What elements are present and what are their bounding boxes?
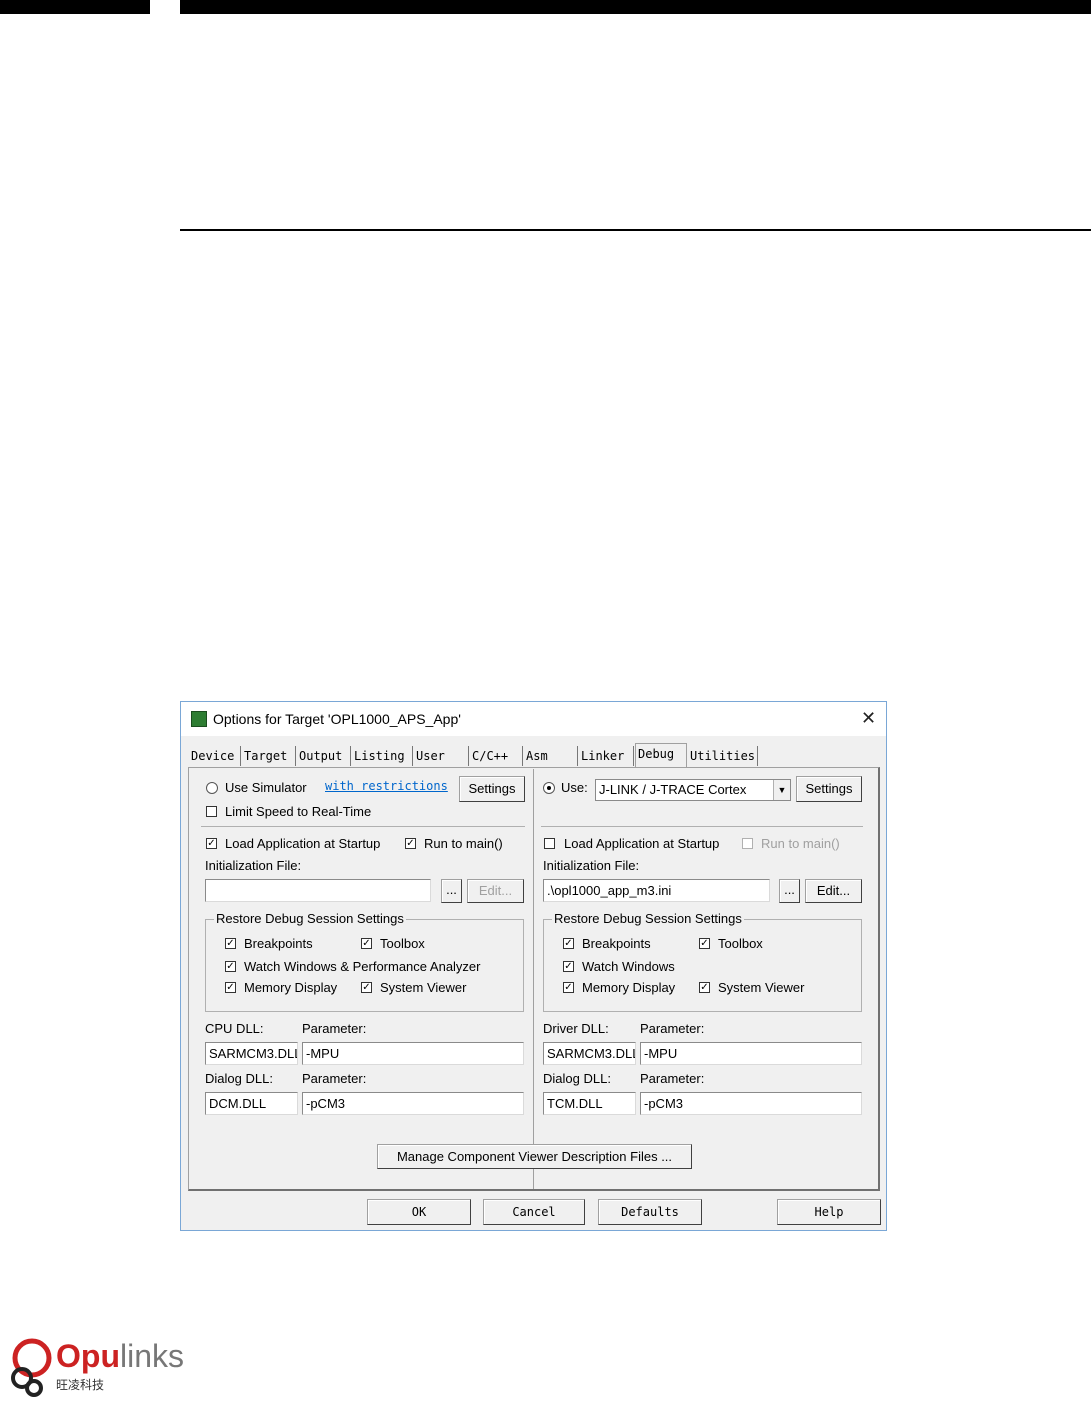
tab-target[interactable]: Target [242, 746, 296, 766]
left-dialog-param-label: Parameter: [302, 1071, 367, 1086]
right-run-to-main-checkbox[interactable] [742, 838, 753, 849]
left-dialog-dll-input[interactable]: DCM.DLL [205, 1092, 298, 1115]
use-label: Use: [561, 780, 588, 795]
horizontal-rule [180, 229, 1091, 231]
driver-dll-input[interactable]: SARMCM3.DLL [543, 1042, 636, 1065]
left-dialog-param-input[interactable]: -pCM3 [302, 1092, 524, 1115]
title-bar: Options for Target 'OPL1000_APS_App' ✕ [181, 702, 886, 736]
with-restrictions-link[interactable]: with restrictions [325, 779, 448, 793]
tab-debug[interactable]: Debug [635, 743, 687, 767]
logo-wordmark: Opulinks [56, 1338, 184, 1375]
left-breakpoints-label: Breakpoints [244, 936, 313, 951]
left-load-app-checkbox[interactable]: ✓ [206, 838, 217, 849]
right-system-viewer-label: System Viewer [718, 980, 805, 995]
right-dialog-param-label: Parameter: [640, 1071, 705, 1086]
right-restore-title: Restore Debug Session Settings [552, 911, 744, 926]
right-load-app-checkbox[interactable] [544, 838, 555, 849]
right-system-viewer-checkbox[interactable]: ✓ [699, 982, 710, 993]
cpu-dll-label: CPU DLL: [205, 1021, 264, 1036]
cpu-dll-input[interactable]: SARMCM3.DLL [205, 1042, 298, 1065]
left-init-file-input[interactable] [205, 879, 431, 902]
header-bar-left [0, 0, 150, 14]
right-run-to-main-label: Run to main() [761, 836, 840, 851]
chevron-down-icon[interactable]: ▼ [773, 780, 790, 800]
left-memory-display-label: Memory Display [244, 980, 338, 995]
opulinks-logo: Opulinks 旺凌科技 [8, 1338, 184, 1398]
tab-linker[interactable]: Linker [579, 746, 634, 766]
use-simulator-label: Use Simulator [225, 780, 307, 795]
tab-device[interactable]: Device [189, 746, 241, 766]
debugger-settings-button[interactable]: Settings [796, 776, 862, 802]
right-breakpoints-label: Breakpoints [582, 936, 651, 951]
left-restore-title: Restore Debug Session Settings [214, 911, 406, 926]
use-simulator-radio[interactable] [206, 782, 218, 794]
left-load-app-label: Load Application at Startup [225, 836, 381, 851]
help-button[interactable]: Help [777, 1199, 881, 1225]
left-toolbox-checkbox[interactable]: ✓ [361, 938, 372, 949]
use-debugger-radio[interactable] [543, 782, 555, 794]
left-edit-button[interactable]: Edit... [467, 879, 524, 903]
debugger-select-value: J-LINK / J-TRACE Cortex [599, 782, 747, 797]
right-load-app-label: Load Application at Startup [564, 836, 720, 851]
defaults-button[interactable]: Defaults [598, 1199, 702, 1225]
left-separator [201, 826, 525, 827]
left-run-to-main-label: Run to main() [424, 836, 503, 851]
left-system-viewer-checkbox[interactable]: ✓ [361, 982, 372, 993]
limit-speed-label: Limit Speed to Real-Time [225, 804, 372, 819]
dialog-title: Options for Target 'OPL1000_APS_App' [213, 711, 461, 727]
right-dialog-param-input[interactable]: -pCM3 [640, 1092, 862, 1115]
tab-asm[interactable]: Asm [524, 746, 578, 766]
left-init-file-label: Initialization File: [205, 858, 302, 873]
right-browse-button[interactable]: ... [779, 879, 800, 903]
close-icon[interactable]: ✕ [861, 708, 876, 729]
right-dialog-dll-label: Dialog DLL: [543, 1071, 611, 1086]
cpu-param-label: Parameter: [302, 1021, 367, 1036]
right-breakpoints-checkbox[interactable]: ✓ [563, 938, 574, 949]
limit-speed-checkbox[interactable] [206, 806, 217, 817]
right-toolbox-checkbox[interactable]: ✓ [699, 938, 710, 949]
left-toolbox-label: Toolbox [380, 936, 425, 951]
left-breakpoints-checkbox[interactable]: ✓ [225, 938, 236, 949]
right-init-file-input[interactable]: .\opl1000_app_m3.ini [543, 879, 770, 902]
right-edit-button[interactable]: Edit... [805, 879, 862, 903]
panel-divider [533, 769, 534, 1189]
logo-subtitle: 旺凌科技 [56, 1378, 105, 1392]
tab-user[interactable]: User [414, 746, 469, 766]
cancel-button[interactable]: Cancel [483, 1199, 585, 1225]
tab-cpp[interactable]: C/C++ [470, 746, 523, 766]
right-init-file-label: Initialization File: [543, 858, 640, 873]
right-dialog-dll-input[interactable]: TCM.DLL [543, 1092, 636, 1115]
options-dialog: Options for Target 'OPL1000_APS_App' ✕ D… [180, 701, 887, 1231]
keil-app-icon [191, 711, 207, 727]
logo-brand-grey: links [119, 1338, 184, 1374]
left-dialog-dll-label: Dialog DLL: [205, 1071, 273, 1086]
left-browse-button[interactable]: ... [441, 879, 462, 903]
left-watch-windows-checkbox[interactable]: ✓ [225, 961, 236, 972]
left-watch-windows-label: Watch Windows & Performance Analyzer [244, 959, 481, 974]
right-memory-display-label: Memory Display [582, 980, 676, 995]
driver-dll-label: Driver DLL: [543, 1021, 609, 1036]
left-memory-display-checkbox[interactable]: ✓ [225, 982, 236, 993]
right-separator [541, 826, 863, 827]
driver-param-input[interactable]: -MPU [640, 1042, 862, 1065]
right-watch-windows-checkbox[interactable]: ✓ [563, 961, 574, 972]
left-system-viewer-label: System Viewer [380, 980, 467, 995]
right-watch-windows-label: Watch Windows [582, 959, 675, 974]
left-run-to-main-checkbox[interactable]: ✓ [405, 838, 416, 849]
logo-brand-red: Opu [56, 1338, 120, 1374]
tab-output[interactable]: Output [297, 746, 351, 766]
driver-param-label: Parameter: [640, 1021, 705, 1036]
ok-button[interactable]: OK [367, 1199, 471, 1225]
right-memory-display-checkbox[interactable]: ✓ [563, 982, 574, 993]
tab-listing[interactable]: Listing [352, 746, 413, 766]
debugger-select[interactable]: J-LINK / J-TRACE Cortex ▼ [595, 779, 791, 801]
cpu-param-input[interactable]: -MPU [302, 1042, 524, 1065]
simulator-settings-button[interactable]: Settings [459, 776, 525, 802]
manage-component-viewer-button[interactable]: Manage Component Viewer Description File… [377, 1144, 692, 1169]
tab-utilities[interactable]: Utilities [688, 746, 758, 766]
header-bar-right [180, 0, 1091, 14]
opulinks-logo-mark-icon [11, 1338, 52, 1397]
right-toolbox-label: Toolbox [718, 936, 763, 951]
